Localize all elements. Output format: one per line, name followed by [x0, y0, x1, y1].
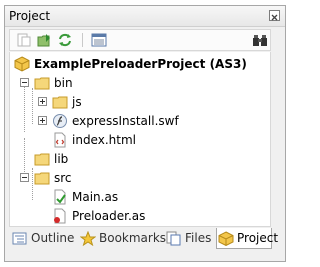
project-tree: ExamplePreloaderProject (AS3) bin js exp…: [9, 52, 271, 227]
tab-label: Bookmarks: [99, 231, 167, 245]
tree-item-label: Preloader.as: [72, 209, 146, 223]
tab-outline[interactable]: Outline: [11, 228, 75, 249]
tab-label: Outline: [31, 231, 75, 245]
tree-item-label: index.html: [72, 133, 136, 147]
tab-bookmarks[interactable]: Bookmarks: [79, 228, 166, 249]
toolbar-separator: [82, 33, 83, 47]
panel-titlebar: Project: [5, 6, 285, 27]
refresh-icon[interactable]: [57, 33, 73, 47]
tab-files[interactable]: Files: [165, 228, 215, 249]
files-icon: [166, 231, 181, 246]
project-toolbar: [9, 29, 271, 51]
html-file-icon: [54, 132, 66, 148]
tree-item-label: js: [72, 95, 82, 109]
tree-item-label: src: [54, 171, 72, 185]
tree-connector: [32, 88, 33, 124]
minus-icon: [22, 82, 27, 83]
folder-icon: [34, 172, 50, 185]
collapse-toggle[interactable]: [20, 78, 29, 87]
panel-tabs: Outline Bookmarks Files Project: [9, 228, 278, 250]
tree-item-label: lib: [54, 152, 69, 166]
properties-icon[interactable]: [91, 33, 107, 47]
as-file-main-icon: [54, 189, 66, 205]
folder-icon: [34, 153, 50, 166]
collapse-toggle[interactable]: [20, 173, 29, 182]
tree-item-label: Main.as: [72, 190, 119, 204]
tree-item-label: bin: [54, 76, 73, 90]
tab-project[interactable]: Project: [216, 228, 278, 249]
plus-icon: [40, 99, 45, 104]
panel-title: Project: [9, 9, 51, 23]
outline-icon: [12, 232, 27, 245]
add-folder-icon[interactable]: [37, 33, 53, 47]
expand-toggle[interactable]: [38, 116, 47, 125]
tree-connector: [32, 168, 33, 200]
tab-label: Files: [185, 231, 212, 245]
folder-icon: [34, 77, 50, 90]
star-icon: [80, 231, 96, 246]
swf-file-icon: [53, 114, 67, 128]
expand-toggle[interactable]: [38, 97, 47, 106]
project-cube-icon: [14, 56, 30, 72]
minus-icon: [22, 177, 27, 178]
close-button[interactable]: [269, 10, 280, 21]
tree-item-label: expressInstall.swf: [72, 114, 179, 128]
binoculars-icon[interactable]: [252, 33, 268, 47]
plus-icon: [40, 118, 45, 123]
folder-icon: [52, 96, 68, 109]
tree-item-label: ExamplePreloaderProject (AS3): [34, 57, 247, 71]
new-file-icon[interactable]: [16, 33, 32, 47]
close-icon: [271, 14, 278, 21]
tree-connector: [24, 138, 25, 174]
tab-label: Project: [237, 231, 279, 245]
as-file-preloader-icon: [54, 208, 66, 224]
project-icon: [218, 231, 234, 246]
